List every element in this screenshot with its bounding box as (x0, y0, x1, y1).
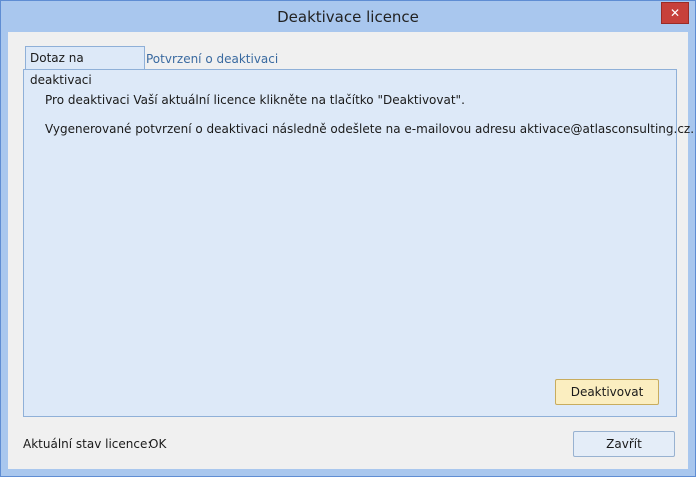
dialog-window: Deaktivace licence ✕ Dotaz na deaktivaci… (0, 0, 696, 477)
window-close-button[interactable]: ✕ (661, 2, 689, 24)
window-title: Deaktivace licence (277, 8, 419, 26)
instruction-text: Pro deaktivaci Vaší aktuální licence kli… (45, 93, 465, 107)
window-frame-right (688, 32, 695, 476)
title-bar[interactable]: Deaktivace licence ✕ (1, 1, 695, 32)
window-frame-bottom (1, 469, 695, 476)
instruction-email-text: Vygenerované potvrzení o deaktivaci násl… (45, 122, 695, 136)
close-dialog-button[interactable]: Zavřít (573, 431, 675, 457)
tab-deactivation-confirmation[interactable]: Potvrzení o deaktivaci (142, 48, 282, 70)
close-icon: ✕ (669, 6, 681, 20)
window-frame-left (1, 32, 8, 476)
license-status-label: Aktuální stav licence: (23, 437, 152, 451)
tab-deactivation-request[interactable]: Dotaz na deaktivaci (25, 46, 145, 87)
dialog-client-area: Dotaz na deaktivaci Potvrzení o deaktiva… (8, 32, 694, 469)
tab-panel: Pro deaktivaci Vaší aktuální licence kli… (23, 69, 694, 417)
deactivate-button[interactable]: Deaktivovat (555, 379, 659, 405)
license-status-value: OK (149, 437, 167, 451)
